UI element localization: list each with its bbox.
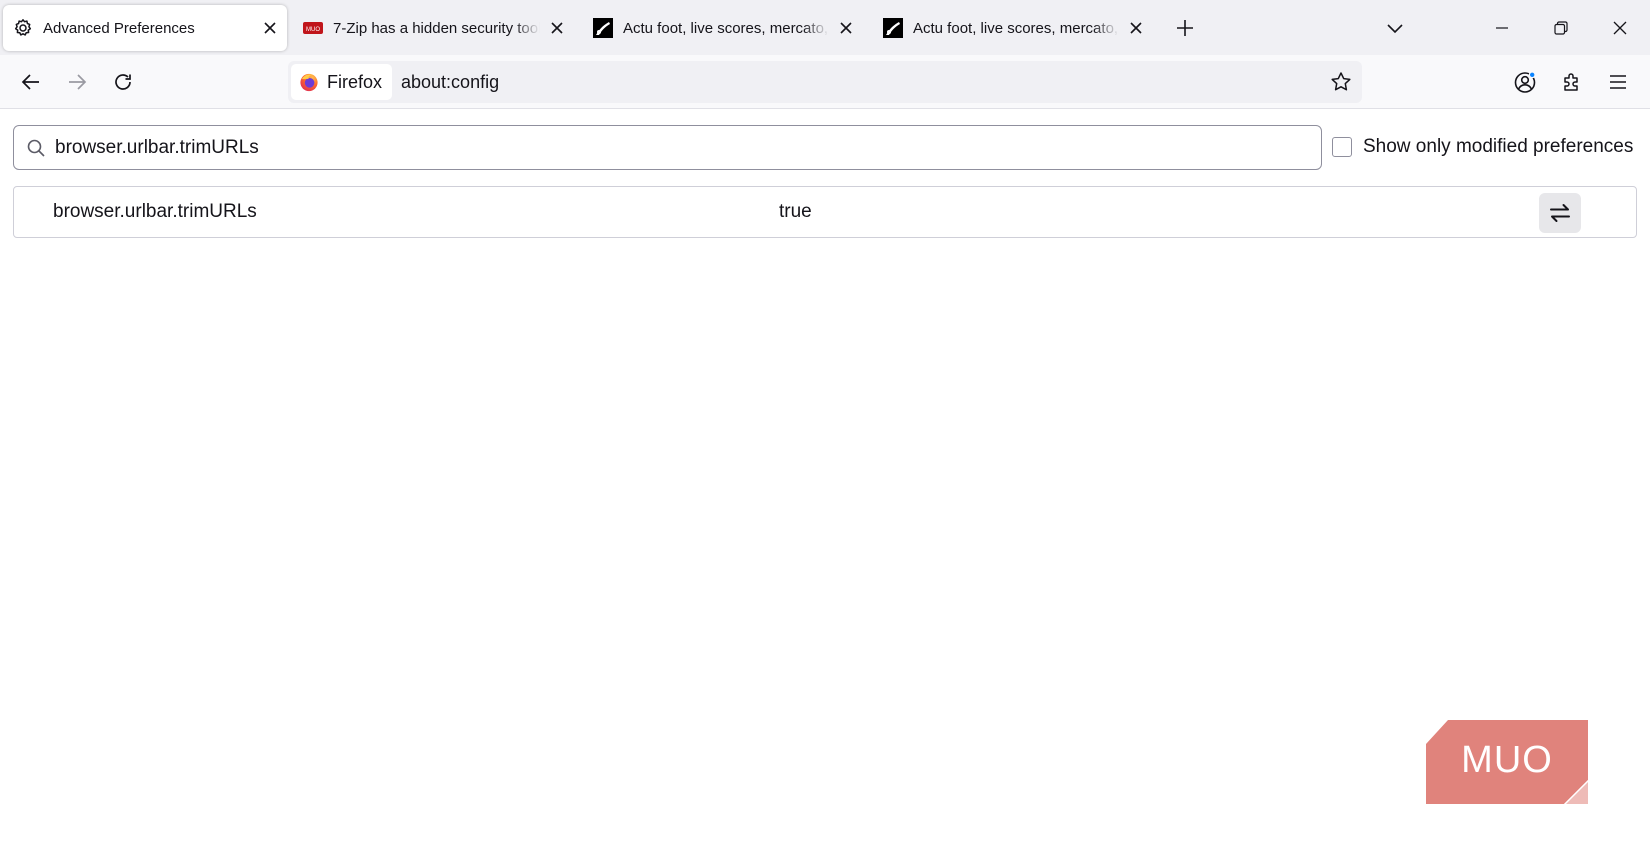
extensions-button[interactable] xyxy=(1556,66,1588,98)
muo-watermark-logo: MUO xyxy=(1426,720,1588,804)
tab-7zip-article[interactable]: MUO 7-Zip has a hidden security tool xyxy=(303,5,568,51)
url-text[interactable]: about:config xyxy=(401,72,1325,93)
forward-button[interactable] xyxy=(61,66,93,98)
gear-icon xyxy=(13,18,33,38)
watermark-text: MUO xyxy=(1461,739,1553,781)
tab-title: Advanced Preferences xyxy=(43,19,195,37)
tab-strip: Advanced Preferences MUO 7-Zip has a hid… xyxy=(0,0,1650,55)
new-tab-button[interactable] xyxy=(1171,14,1199,42)
restore-button[interactable] xyxy=(1545,12,1577,44)
minimize-button[interactable] xyxy=(1486,12,1518,44)
app-menu-button[interactable] xyxy=(1602,66,1634,98)
preferences-table: browser.urlbar.trimURLs true xyxy=(13,186,1637,238)
plus-icon xyxy=(1177,20,1193,36)
site-logo-icon xyxy=(883,18,903,38)
bookmark-star-button[interactable] xyxy=(1325,66,1357,98)
star-icon xyxy=(1331,72,1351,91)
puzzle-piece-icon xyxy=(1564,73,1578,91)
hamburger-menu-icon xyxy=(1610,75,1626,89)
tab-close-button[interactable] xyxy=(259,17,281,39)
search-icon xyxy=(27,139,45,157)
navigation-toolbar: Firefox about:config xyxy=(0,55,1650,109)
account-icon xyxy=(1514,71,1536,93)
identity-label: Firefox xyxy=(327,71,383,92)
list-all-tabs-button[interactable] xyxy=(1381,14,1409,42)
search-input[interactable] xyxy=(55,126,1321,169)
preference-value[interactable]: true xyxy=(779,201,812,223)
tab-title: Actu foot, live scores, mercato, t xyxy=(623,19,829,37)
arrow-left-icon xyxy=(21,74,39,90)
tab-actu-foot-1[interactable]: Actu foot, live scores, mercato, t xyxy=(593,5,857,51)
close-window-button[interactable] xyxy=(1604,12,1636,44)
address-bar[interactable]: Firefox about:config xyxy=(288,61,1362,103)
show-modified-toggle[interactable]: Show only modified preferences xyxy=(1332,136,1633,158)
close-icon xyxy=(1613,21,1627,35)
arrow-right-icon xyxy=(69,74,87,90)
minimize-icon xyxy=(1496,27,1508,29)
back-button[interactable] xyxy=(15,66,47,98)
site-logo-icon xyxy=(593,18,613,38)
preference-name: browser.urlbar.trimURLs xyxy=(53,201,257,222)
tab-close-button[interactable] xyxy=(546,17,568,39)
show-modified-checkbox[interactable] xyxy=(1332,137,1352,157)
show-modified-label: Show only modified preferences xyxy=(1363,136,1634,157)
tab-title: Actu foot, live scores, mercato, t xyxy=(913,19,1119,37)
muo-favicon-text: MUO xyxy=(306,27,320,33)
tab-close-button[interactable] xyxy=(1125,17,1147,39)
account-button[interactable] xyxy=(1509,66,1541,98)
reload-icon xyxy=(115,74,131,90)
preference-search-box[interactable] xyxy=(13,125,1322,170)
restore-icon xyxy=(1554,21,1568,35)
reload-button[interactable] xyxy=(107,66,139,98)
chevron-down-icon xyxy=(1387,24,1403,34)
firefox-logo-icon xyxy=(300,73,318,92)
tab-title: 7-Zip has a hidden security tool xyxy=(333,19,540,37)
identity-box[interactable]: Firefox xyxy=(291,64,393,100)
muo-favicon: MUO xyxy=(303,18,323,38)
tab-actu-foot-2[interactable]: Actu foot, live scores, mercato, t xyxy=(883,5,1147,51)
swap-arrows-icon xyxy=(1550,204,1570,222)
toggle-button[interactable] xyxy=(1539,193,1581,233)
tab-advanced-preferences[interactable]: Advanced Preferences xyxy=(3,5,287,51)
tab-close-button[interactable] xyxy=(835,17,857,39)
